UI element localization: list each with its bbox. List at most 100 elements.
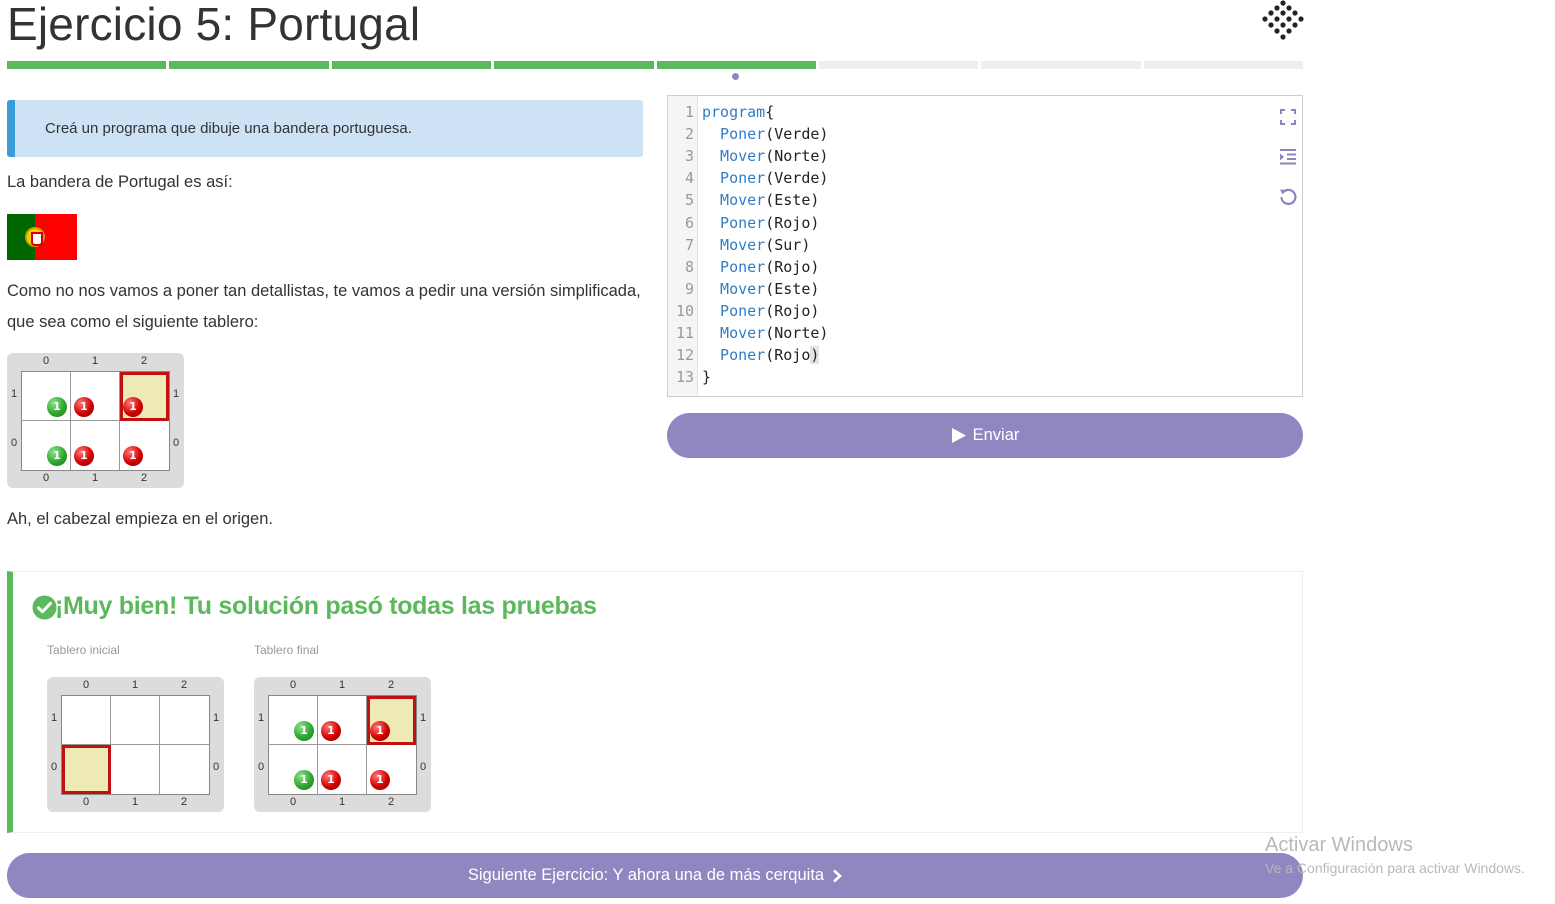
red-ball: 1 [123,446,143,466]
board-column-label: 2 [140,472,148,484]
code-line[interactable]: 7 Mover(Sur) [668,234,810,256]
code-line[interactable]: 3 Mover(Norte) [668,145,828,167]
board-column-label: 1 [338,796,346,808]
board-column-label: 2 [387,796,395,808]
board-column-label: 0 [82,679,90,691]
progress-segment[interactable] [494,61,654,69]
code-arguments: (Sur) [765,235,811,254]
code-keyword: Poner [702,257,766,276]
board-cell: 1 [120,421,169,470]
board-cell [111,745,160,794]
line-number: 10 [675,301,694,320]
board-column-label: 1 [131,679,139,691]
next-exercise-button[interactable]: Siguiente Ejercicio: Y ahora una de más … [7,853,1303,898]
code-keyword: Mover [702,324,766,342]
result-title: ¡Muy bien! Tu solución pasó todas las pr… [55,592,597,620]
code-line[interactable]: 12 Poner(Rojo) [668,344,820,366]
code-line[interactable]: 13} [668,366,711,388]
line-number: 8 [684,257,694,276]
windows-activation-title: Activar Windows [1265,834,1413,856]
progress-segment[interactable] [981,61,1141,69]
board-column-label: 1 [131,796,139,808]
code-arguments: (Rojo) [765,213,820,232]
code-arguments: (Rojo) [765,301,820,320]
gobstones-logo-icon [1262,0,1304,40]
line-number: 12 [675,346,694,365]
line-number: 7 [684,235,694,254]
code-keyword: Poner [702,346,766,365]
progress-segment[interactable] [1143,61,1303,69]
simplification-text-line2: que sea como el siguiente tablero: [7,313,259,331]
submit-button[interactable]: Enviar [667,413,1303,458]
board-column-label: 1 [91,472,99,484]
green-ball: 1 [47,446,67,466]
undo-icon[interactable] [1278,187,1298,207]
chevron-right-icon [833,869,843,882]
play-icon [951,428,966,443]
code-line[interactable]: 10 Poner(Rojo) [668,300,819,322]
red-ball: 1 [123,397,143,417]
board-cell-head [62,745,111,794]
code-arguments: (Rojo) [765,346,820,365]
board-cell-head: 1 [120,372,169,421]
line-number: 6 [684,213,694,232]
next-exercise-label: Siguiente Ejercicio: Y ahora una de más … [467,866,825,884]
board-cell [160,696,209,745]
red-ball: 1 [321,721,341,741]
code-line[interactable]: 2 Poner(Verde) [668,123,828,145]
line-number: 13 [675,368,694,387]
green-ball: 1 [294,770,314,790]
progress-segment[interactable] [656,61,816,69]
red-ball: 1 [321,770,341,790]
progress-segment[interactable] [7,61,167,69]
final-board: 0011221100111111 [254,677,431,812]
initial-board-caption: Tablero inicial [47,643,120,657]
code-line[interactable]: 9 Mover(Este) [668,278,819,300]
line-number: 3 [684,147,694,166]
code-line[interactable]: 4 Poner(Verde) [668,167,828,189]
board-cell: 1 [367,745,416,794]
board-cell: 1 [318,745,367,794]
submit-button-label: Enviar [972,426,1020,444]
board-column-label: 1 [91,355,99,367]
board-column-label: 0 [289,796,297,808]
code-line[interactable]: 11 Mover(Norte) [668,322,829,344]
code-keyword: Poner [702,125,766,144]
indent-icon[interactable] [1278,147,1298,167]
board-cell: 1 [71,372,120,421]
code-line[interactable]: 5 Mover(Este) [668,189,819,211]
progress-segment[interactable] [169,61,329,69]
board-column-label: 0 [82,796,90,808]
code-line[interactable]: 1 program{ [668,101,774,123]
initial-board: 0011221100 [47,677,224,812]
progress-segment[interactable] [818,61,979,69]
board-cell: 1 [318,696,367,745]
board-cell [160,745,209,794]
code-keyword: Mover [702,147,766,166]
code-keyword: Poner [702,301,766,320]
board-column-label: 1 [338,679,346,691]
code-line[interactable]: 8 Poner(Rojo) [668,256,819,278]
code-line[interactable]: 6 Poner(Rojo) [668,212,819,234]
board-column-label: 2 [387,679,395,691]
code-keyword: Poner [702,169,766,188]
head-origin-text: Ah, el cabezal empieza en el origen. [7,510,273,528]
board-cell: 1 [22,421,71,470]
code-editor[interactable]: 1 program{2 Poner(Verde) 3 Mover(Norte) 4 P… [667,95,1303,397]
code-arguments: (Norte) [765,324,829,342]
final-board-caption: Tablero final [254,643,319,657]
fullscreen-icon[interactable] [1278,107,1298,127]
board-cell [62,696,111,745]
green-ball: 1 [294,721,314,741]
code-arguments: (Este) [765,279,820,298]
progress-segment[interactable] [331,61,492,69]
code-keyword: Mover [702,279,766,298]
code-keyword: Mover [702,191,766,210]
code-keyword: program [702,103,766,121]
page-title: Ejercicio 5: Portugal [7,0,421,50]
example-board: 0011221100111111 [7,353,184,488]
check-circle-icon [32,595,57,620]
line-number: 2 [684,125,694,144]
flag-intro-text: La bandera de Portugal es así: [7,173,233,191]
cursor-matched-paren: ) [810,346,820,365]
